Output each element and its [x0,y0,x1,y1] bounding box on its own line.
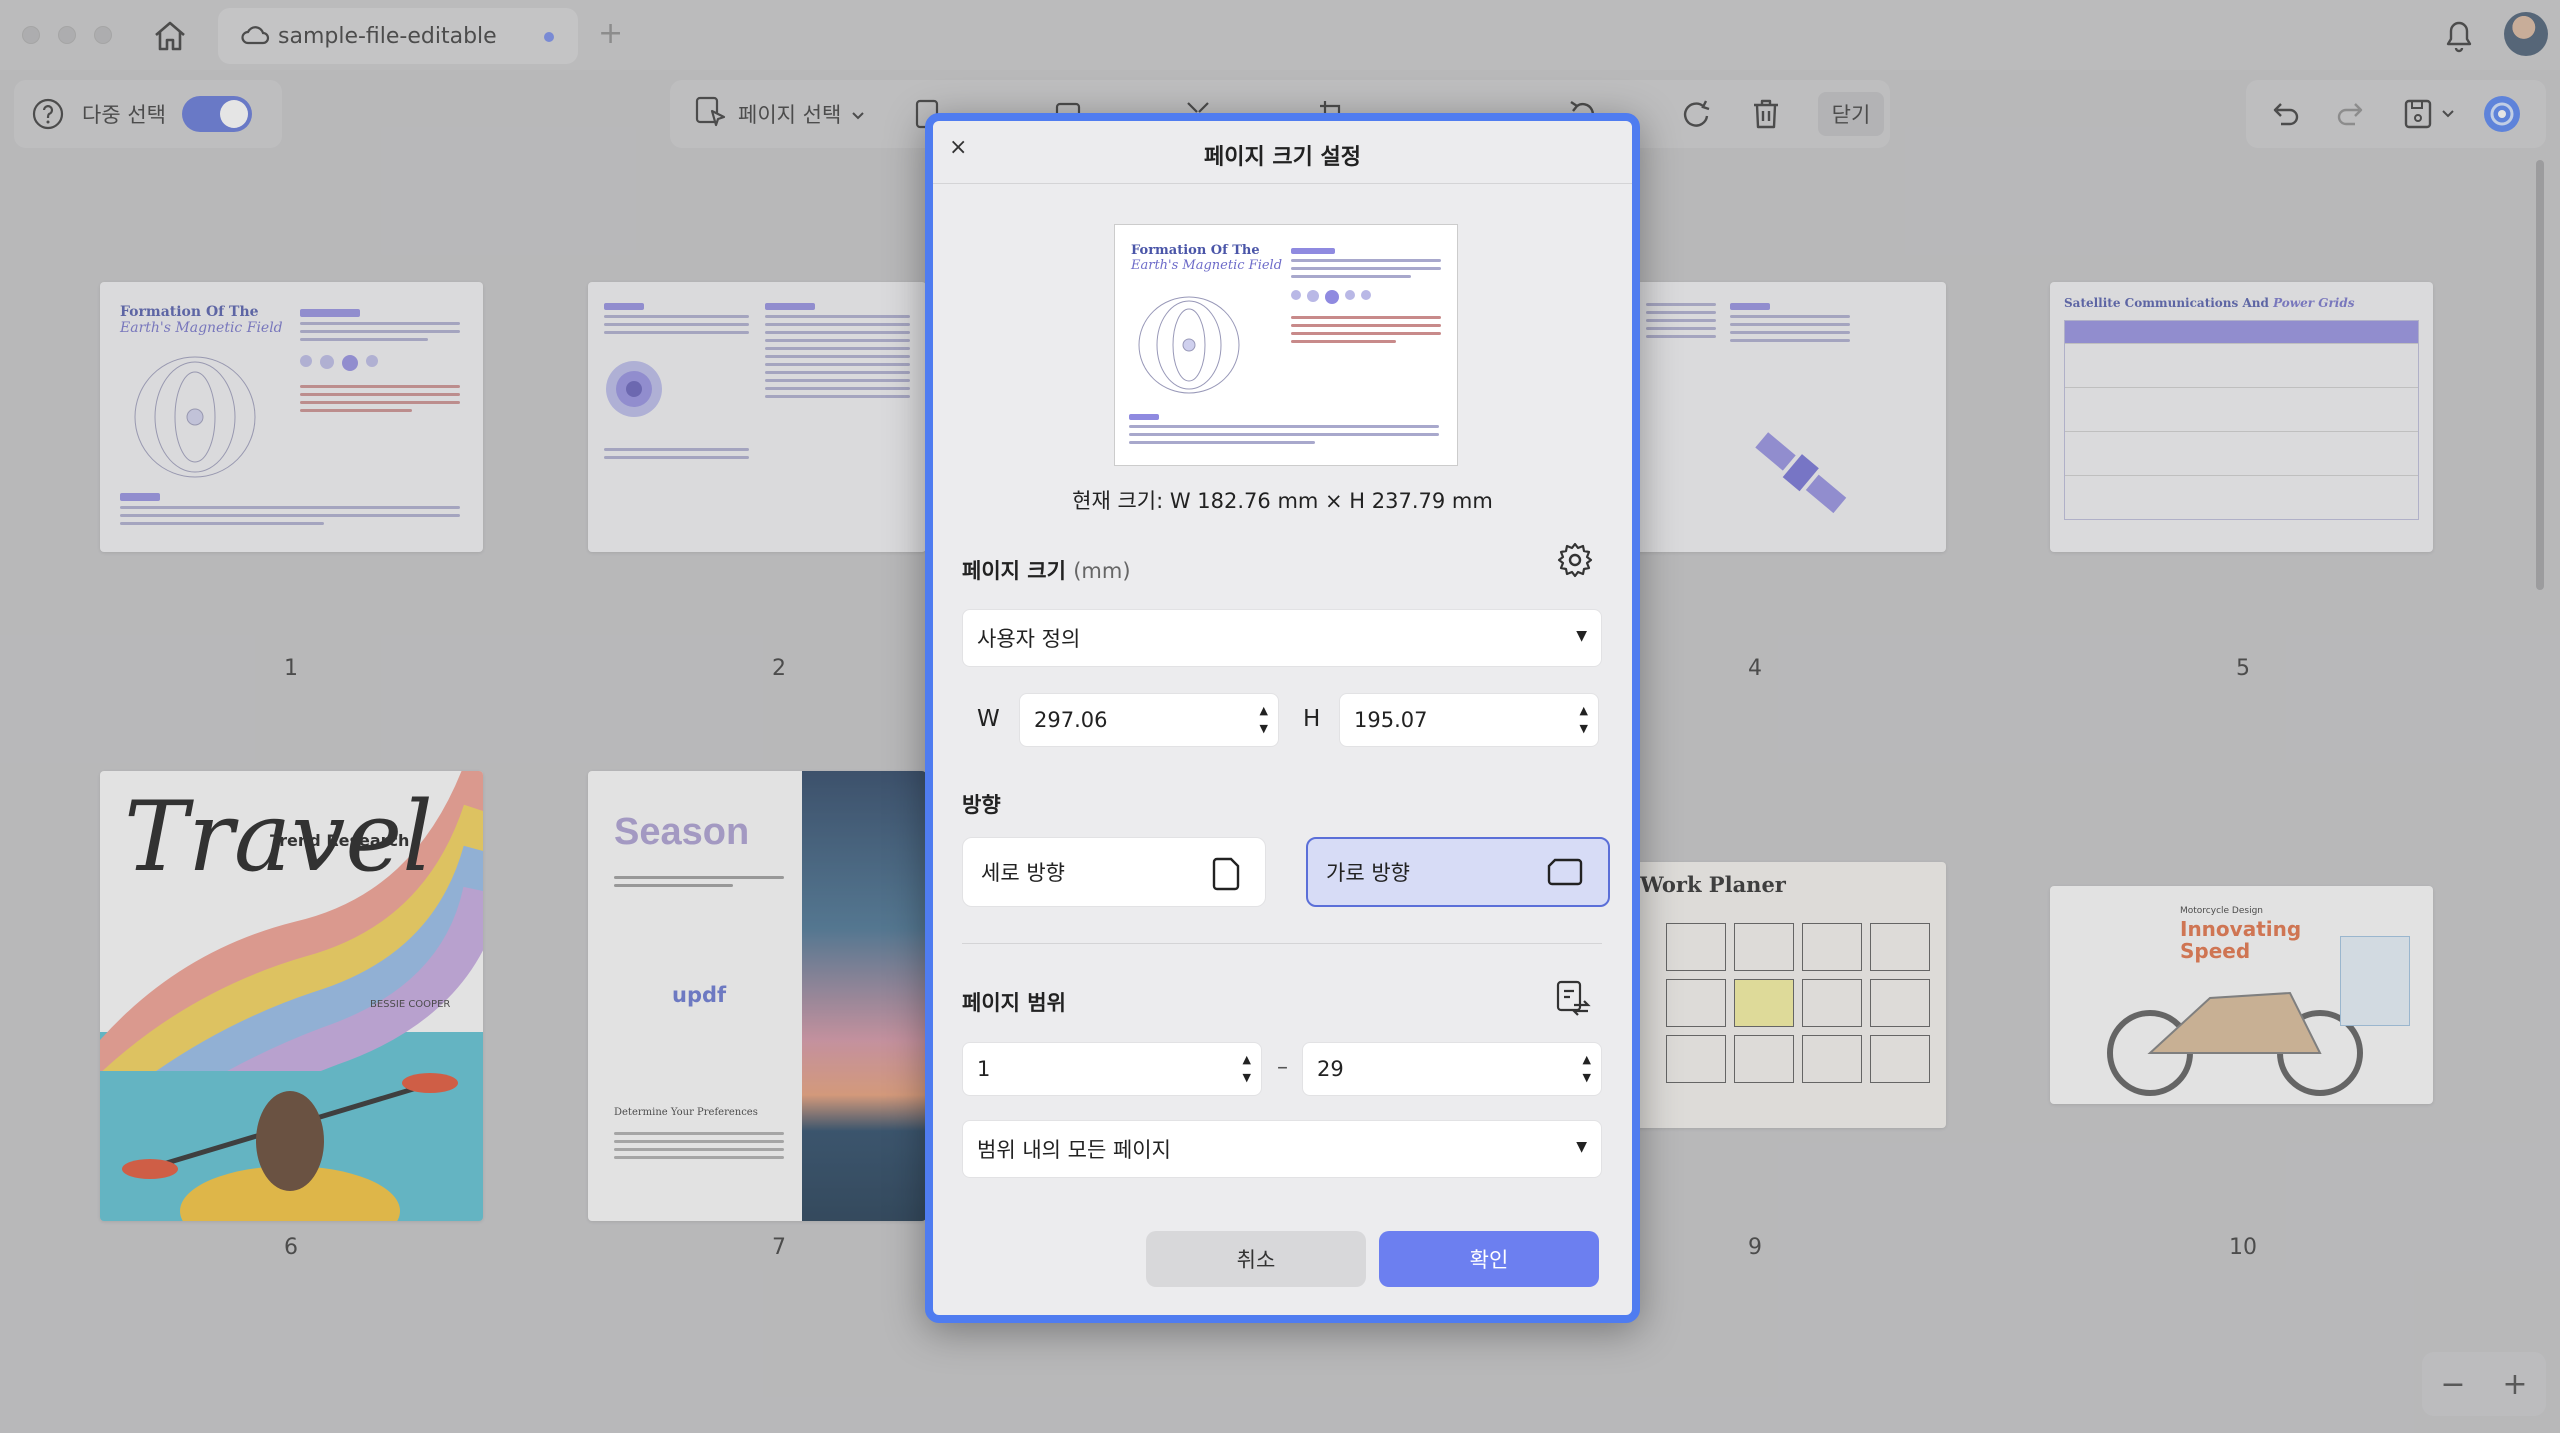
caret-down-icon: ▼ [1576,1139,1587,1155]
portrait-option[interactable]: 세로 방향 [962,837,1266,907]
landscape-label: 가로 방향 [1326,861,1410,885]
page-size-preset-select[interactable]: 사용자 정의 ▼ [962,609,1602,667]
section-divider [962,943,1602,944]
height-stepper[interactable]: ▲ ▼ [1580,702,1588,738]
height-input[interactable]: 195.07 ▲ ▼ [1339,693,1599,747]
width-stepper[interactable]: ▲ ▼ [1260,702,1268,738]
range-to-input[interactable]: 29 ▲ ▼ [1302,1042,1602,1096]
height-value: 195.07 [1354,708,1428,732]
width-value: 297.06 [1034,708,1108,732]
dialog-title: 페이지 크기 설정 [1204,145,1361,170]
range-separator: – [1277,1055,1288,1080]
landscape-page-icon [1546,857,1584,892]
caret-down-icon: ▼ [1576,628,1587,644]
range-from-stepper[interactable]: ▲ ▼ [1243,1051,1251,1087]
landscape-option[interactable]: 가로 방향 [1306,837,1610,907]
range-to-value: 29 [1317,1057,1344,1081]
gear-icon[interactable] [1556,541,1594,583]
cancel-button[interactable]: 취소 [1146,1231,1366,1287]
range-to-stepper[interactable]: ▲ ▼ [1583,1051,1591,1087]
page-range-section-label: 페이지 범위 [962,991,1066,1015]
range-from-value: 1 [977,1057,991,1081]
page-size-dialog: × 페이지 크기 설정 Formation Of The Earth's Mag… [925,113,1640,1323]
height-label: H [1303,706,1321,732]
confirm-button[interactable]: 확인 [1379,1231,1599,1287]
page-size-preset-value: 사용자 정의 [977,627,1081,651]
page-range-swap-icon[interactable] [1554,979,1592,1021]
current-size-text: 현재 크기: W 182.76 mm × H 237.79 mm [1072,489,1493,513]
range-mode-select[interactable]: 범위 내의 모든 페이지 ▼ [962,1120,1602,1178]
orientation-section-label: 방향 [962,793,1001,817]
page-preview: Formation Of The Earth's Magnetic Field [1114,224,1458,466]
page-size-section-label: 페이지 크기 (mm) [962,559,1131,583]
preview-field-illustration [1138,296,1240,394]
width-label: W [977,706,1000,732]
range-from-input[interactable]: 1 ▲ ▼ [962,1042,1262,1096]
portrait-page-icon [1211,856,1241,897]
width-input[interactable]: 297.06 ▲ ▼ [1019,693,1279,747]
dialog-header-divider [933,183,1632,184]
portrait-label: 세로 방향 [981,861,1065,885]
range-mode-value: 범위 내의 모든 페이지 [977,1138,1171,1162]
